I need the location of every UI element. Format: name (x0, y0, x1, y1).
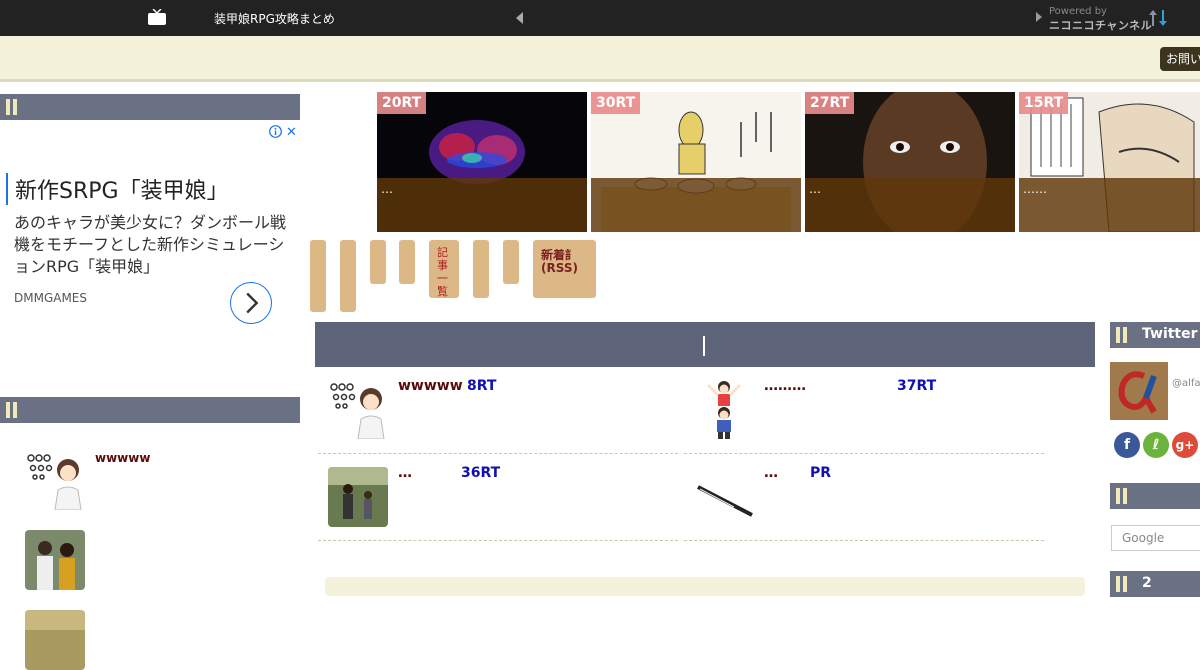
article-title[interactable]: … (764, 465, 778, 481)
nav-tab-5[interactable]: 記事一覧 (429, 240, 459, 298)
carousel-item[interactable]: 30RT (591, 92, 801, 232)
powered-by-label: Powered by (1049, 6, 1107, 17)
feedly-icon[interactable]: ℓ (1143, 432, 1169, 458)
carousel-rt-badge: 30RT (591, 92, 641, 114)
text-cursor (703, 336, 705, 356)
nav-tab-rss-label-2: (RSS) (541, 261, 578, 275)
nav-tab-1[interactable] (310, 240, 326, 312)
carousel-item[interactable]: 15RT …… (1019, 92, 1200, 232)
contact-button[interactable]: お問い (1160, 47, 1200, 71)
nav-tab-7[interactable] (503, 240, 519, 284)
outdoor-photo-thumb[interactable] (25, 610, 85, 670)
article-title[interactable]: wwwww (398, 378, 463, 394)
site-title[interactable]: 装甲娘RPG攻略まとめ (214, 10, 335, 27)
ad-close-icon[interactable]: ✕ (286, 125, 297, 140)
nav-tab-2[interactable] (340, 240, 356, 312)
carousel-caption: … (377, 178, 587, 232)
carousel-caption (591, 178, 801, 232)
twitter-section-title: Twitter (1142, 326, 1198, 342)
article-title[interactable]: … (398, 465, 412, 481)
couple-photo-thumb[interactable] (25, 530, 85, 590)
article-thumb[interactable] (694, 379, 754, 439)
carousel-item[interactable]: 27RT … (805, 92, 1015, 232)
carousel-caption: …… (1019, 178, 1200, 232)
carousel-item[interactable]: 20RT … (377, 92, 587, 232)
carousel-rt-badge: 15RT (1019, 92, 1069, 114)
article-thumb[interactable] (328, 467, 388, 527)
twitter-handle[interactable]: @alfa (1172, 378, 1200, 389)
pill-mark-icon (1116, 488, 1130, 508)
left-list-item-title[interactable]: wwwww (95, 451, 150, 465)
ad-info-icon[interactable] (269, 125, 282, 138)
left-section-head-1 (0, 94, 300, 120)
nav-tab-6[interactable] (473, 240, 489, 298)
google-search-input[interactable]: Google (1111, 525, 1200, 551)
next-arrow-icon[interactable] (1036, 12, 1042, 22)
pill-mark-icon (6, 402, 20, 422)
carousel-rt-badge: 27RT (805, 92, 855, 114)
pill-mark-icon (1116, 576, 1130, 596)
nav-tab-3[interactable] (370, 240, 386, 284)
article-thumb[interactable] (328, 379, 388, 439)
google-plus-icon[interactable]: g+ (1172, 432, 1198, 458)
sidebar-section-head-3: 2 (1110, 571, 1200, 597)
article-divider (684, 540, 1044, 541)
left-section-head-2 (0, 397, 300, 423)
alfa-logo[interactable] (1110, 362, 1168, 420)
ad-next-icon[interactable] (230, 282, 272, 324)
site-header (0, 36, 1200, 82)
ad-source[interactable]: DMMGAMES (14, 291, 87, 305)
sidebar-section-3-title: 2 (1142, 575, 1152, 591)
facebook-icon[interactable]: f (1114, 432, 1140, 458)
search-section-head (1110, 483, 1200, 509)
article-divider (684, 453, 1044, 454)
article-rt-count: 36RT (461, 465, 501, 481)
nav-tab-5-label: 記事一覧 (437, 246, 448, 298)
prev-arrow-icon[interactable] (516, 12, 523, 24)
article-pr-badge: PR (810, 465, 832, 481)
article-divider (318, 453, 678, 454)
article-thumb[interactable] (694, 467, 754, 527)
ad-body[interactable]: あのキャラが美少女に？ダンボール戦機をモチーフとした新作シミュレーションRPG「… (14, 212, 294, 278)
pill-mark-icon (6, 99, 20, 119)
sort-icon[interactable] (1148, 8, 1168, 28)
tv-icon[interactable] (148, 9, 166, 25)
article-rt-count: 37RT (897, 378, 937, 394)
more-articles-bar[interactable] (325, 577, 1085, 596)
doctor-eye-chart-thumb[interactable] (25, 450, 85, 510)
twitter-section-head: Twitter (1110, 322, 1200, 348)
article-title[interactable]: ……… (764, 378, 806, 394)
nav-tab-4[interactable] (399, 240, 415, 284)
main-section-head (315, 322, 1095, 367)
ad-title[interactable]: 新作SRPG「装甲娘」 (6, 173, 229, 205)
top-bar (0, 0, 1200, 36)
niconico-channel-logo[interactable]: ニコニコチャンネル (1049, 17, 1152, 33)
article-rt-count: 8RT (467, 378, 497, 394)
nav-tab-rss[interactable]: 新着記事 (RSS) (533, 240, 596, 298)
article-divider (318, 540, 678, 541)
carousel-rt-badge: 20RT (377, 92, 427, 114)
pill-mark-icon (1116, 327, 1130, 347)
carousel-caption: … (805, 178, 1015, 232)
